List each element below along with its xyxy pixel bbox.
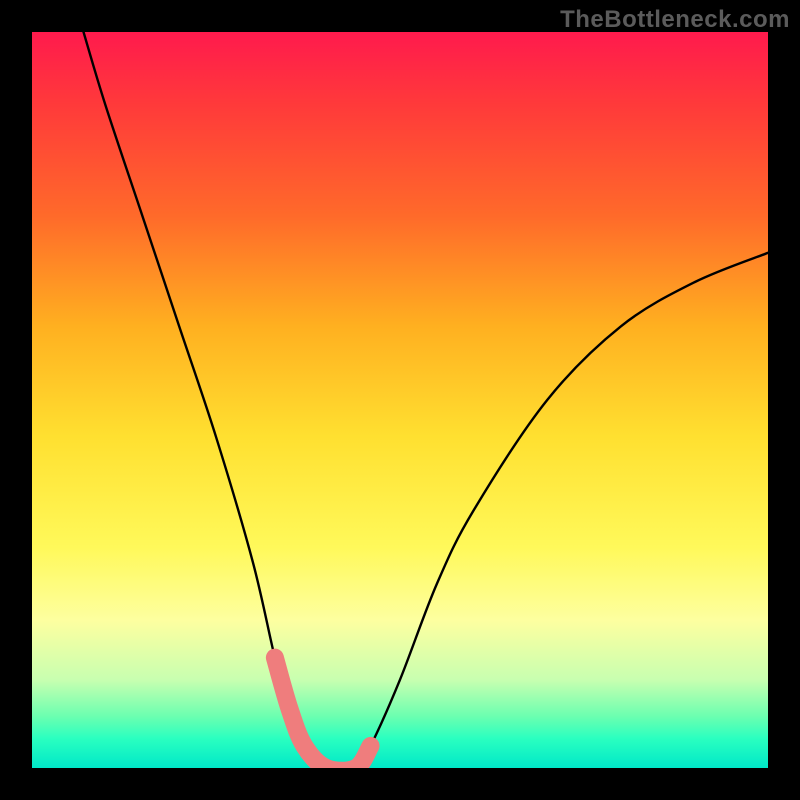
watermark-text: TheBottleneck.com	[560, 6, 790, 34]
plot-area	[32, 32, 768, 768]
curve-layer	[32, 32, 768, 768]
bottleneck-curve	[84, 32, 768, 768]
chart-stage: TheBottleneck.com	[0, 0, 800, 800]
optimal-range-highlight	[275, 658, 371, 768]
